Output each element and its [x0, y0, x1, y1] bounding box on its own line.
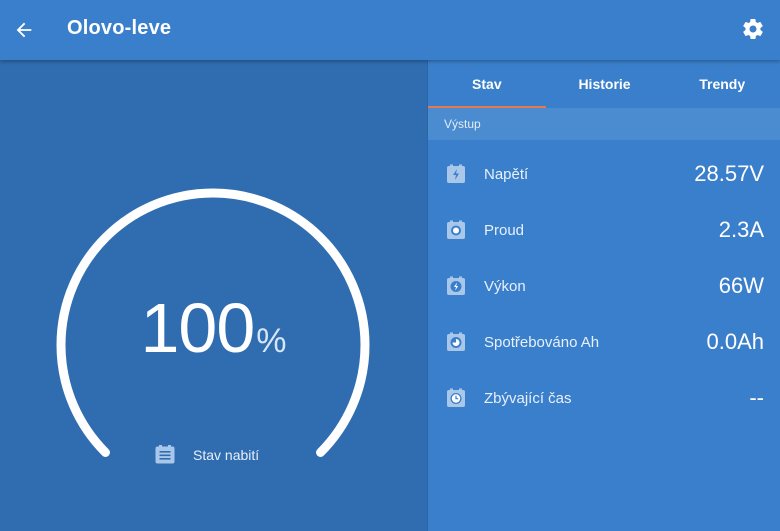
clock-icon — [446, 388, 466, 408]
app: Olovo-leve 100% Stav nabití Stav Histori… — [0, 0, 780, 531]
charge-readout: 100% — [0, 288, 427, 368]
row-voltage: Napětí 28.57V — [428, 146, 780, 202]
row-time-remaining: Zbývající čas -- — [428, 370, 780, 426]
charge-value: 100 — [140, 289, 255, 367]
row-value: 2.3A — [718, 217, 764, 242]
row-current: Proud 2.3A — [428, 202, 780, 258]
voltage-bolt-icon — [446, 164, 466, 184]
section-header: Výstup — [428, 108, 780, 140]
tab-trendy[interactable]: Trendy — [663, 60, 780, 108]
current-dot-icon — [446, 220, 466, 240]
gear-icon — [743, 19, 763, 40]
row-label: Zbývající čas — [484, 389, 572, 407]
charge-label-text: Stav nabití — [193, 447, 260, 463]
row-power: Výkon 66W — [428, 258, 780, 314]
row-label: Spotřebováno Ah — [484, 333, 600, 351]
page-title: Olovo-leve — [67, 17, 172, 39]
value-list: Napětí 28.57V Proud 2.3A Výkon 66W Spotř… — [428, 146, 780, 426]
tab-bar: Stav Historie Trendy — [428, 60, 780, 108]
tab-historie[interactable]: Historie — [546, 60, 664, 108]
row-value: 0.0Ah — [706, 329, 765, 354]
row-label: Proud — [484, 221, 525, 239]
row-label: Výkon — [484, 277, 526, 295]
row-value: 28.57V — [694, 161, 764, 186]
row-consumed: Spotřebováno Ah 0.0Ah — [428, 314, 780, 370]
back-button[interactable] — [8, 14, 40, 46]
settings-button[interactable] — [738, 14, 768, 44]
state-of-charge-panel: 100% Stav nabití — [0, 60, 427, 531]
charge-label: Stav nabití — [155, 445, 259, 465]
top-bar: Olovo-leve — [0, 0, 780, 60]
charge-unit: % — [256, 322, 287, 360]
list-icon — [155, 445, 175, 465]
row-label: Napětí — [484, 165, 529, 183]
row-value: -- — [749, 385, 764, 410]
consumed-pie-icon — [446, 332, 466, 352]
arrow-left-icon — [16, 22, 32, 38]
details-panel: Stav Historie Trendy Výstup Napětí 28.57… — [427, 60, 780, 531]
power-bolt-icon — [446, 276, 466, 296]
tab-stav[interactable]: Stav — [428, 60, 546, 108]
row-value: 66W — [718, 273, 764, 298]
